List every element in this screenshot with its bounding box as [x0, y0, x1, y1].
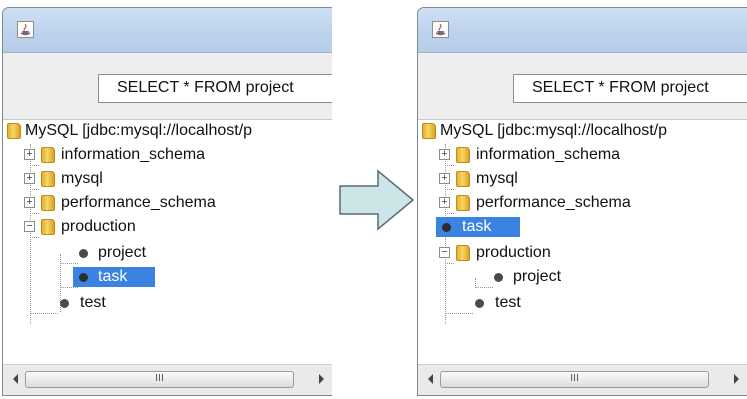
expand-icon[interactable]: + — [439, 149, 450, 160]
tree-node-task-selected[interactable]: task — [418, 216, 747, 238]
collapse-icon[interactable]: − — [24, 221, 35, 232]
expand-icon[interactable]: + — [24, 197, 35, 208]
node-label: information_schema — [476, 146, 621, 163]
folder-icon — [456, 245, 470, 261]
expand-icon[interactable]: + — [439, 173, 450, 184]
query-field[interactable]: SELECT * FROM project — [98, 74, 332, 103]
folder-icon — [41, 147, 55, 163]
tree-root-node[interactable]: MySQL [jdbc:mysql://localhost/p — [3, 120, 332, 142]
java-app-icon[interactable] — [432, 21, 449, 38]
expand-icon[interactable]: + — [439, 197, 450, 208]
scrollbar-thumb[interactable]: III — [25, 371, 294, 388]
horizontal-scrollbar[interactable]: III — [3, 364, 332, 395]
leaf-icon — [442, 223, 451, 232]
tree-node-test[interactable]: test — [3, 292, 332, 314]
horizontal-scrollbar[interactable]: III — [418, 364, 747, 395]
folder-icon — [7, 123, 21, 139]
schema-tree[interactable]: MySQL [jdbc:mysql://localhost/p + inform… — [3, 120, 332, 365]
folder-icon — [41, 171, 55, 187]
schema-tree[interactable]: MySQL [jdbc:mysql://localhost/p + inform… — [418, 120, 747, 365]
scroll-right-icon[interactable] — [734, 374, 739, 384]
expand-icon[interactable]: + — [24, 149, 35, 160]
folder-icon — [456, 147, 470, 163]
tree-node-test[interactable]: test — [418, 292, 747, 314]
node-label: task — [462, 218, 492, 235]
tree-node-mysql[interactable]: + mysql — [3, 168, 332, 190]
scroll-left-icon[interactable] — [13, 374, 18, 384]
collapse-icon[interactable]: − — [439, 247, 450, 258]
tree-node-task-selected[interactable]: task — [3, 266, 332, 288]
scroll-left-icon[interactable] — [428, 374, 433, 384]
leaf-icon — [475, 299, 484, 308]
query-panel: SELECT * FROM project — [3, 53, 332, 120]
tree-node-information-schema[interactable]: + information_schema — [418, 144, 747, 166]
node-label: project — [513, 268, 562, 285]
node-label: task — [98, 268, 128, 285]
java-app-icon[interactable] — [17, 21, 34, 38]
query-field[interactable]: SELECT * FROM project — [513, 74, 747, 103]
root-label: MySQL [jdbc:mysql://localhost/p — [25, 122, 253, 139]
right-window: SELECT * FROM project MySQL [jdbc:mysql:… — [417, 7, 747, 396]
tree-root-node[interactable]: MySQL [jdbc:mysql://localhost/p — [418, 120, 747, 142]
tree-node-production[interactable]: − production — [3, 216, 332, 238]
root-label: MySQL [jdbc:mysql://localhost/p — [440, 122, 668, 139]
arrow-right-icon — [339, 169, 415, 231]
window-titlebar — [3, 8, 332, 53]
folder-icon — [456, 171, 470, 187]
node-label: mysql — [476, 170, 518, 187]
node-label: performance_schema — [476, 194, 631, 211]
folder-icon — [422, 123, 436, 139]
node-label: mysql — [61, 170, 103, 187]
node-label: test — [80, 294, 106, 311]
leaf-icon — [79, 273, 88, 282]
tree-node-performance-schema[interactable]: + performance_schema — [418, 192, 747, 214]
query-panel: SELECT * FROM project — [418, 53, 747, 120]
folder-icon — [456, 195, 470, 211]
tree-node-project[interactable]: project — [3, 242, 332, 264]
leaf-icon — [79, 249, 88, 258]
left-window: SELECT * FROM project MySQL [jdbc:mysql:… — [2, 7, 332, 396]
folder-icon — [41, 219, 55, 235]
node-label: project — [98, 244, 147, 261]
node-label: performance_schema — [61, 194, 216, 211]
tree-node-performance-schema[interactable]: + performance_schema — [3, 192, 332, 214]
expand-icon[interactable]: + — [24, 173, 35, 184]
node-label: test — [495, 294, 521, 311]
tree-node-project[interactable]: project — [418, 266, 747, 288]
leaf-icon — [60, 299, 69, 308]
tree-node-production[interactable]: − production — [418, 242, 747, 264]
node-label: information_schema — [61, 146, 206, 163]
scroll-right-icon[interactable] — [319, 374, 324, 384]
node-label: production — [476, 244, 551, 261]
leaf-icon — [494, 273, 503, 282]
folder-icon — [41, 195, 55, 211]
node-label: production — [61, 218, 136, 235]
tree-node-information-schema[interactable]: + information_schema — [3, 144, 332, 166]
tree-node-mysql[interactable]: + mysql — [418, 168, 747, 190]
window-titlebar — [418, 8, 747, 53]
scrollbar-thumb[interactable]: III — [440, 371, 709, 388]
